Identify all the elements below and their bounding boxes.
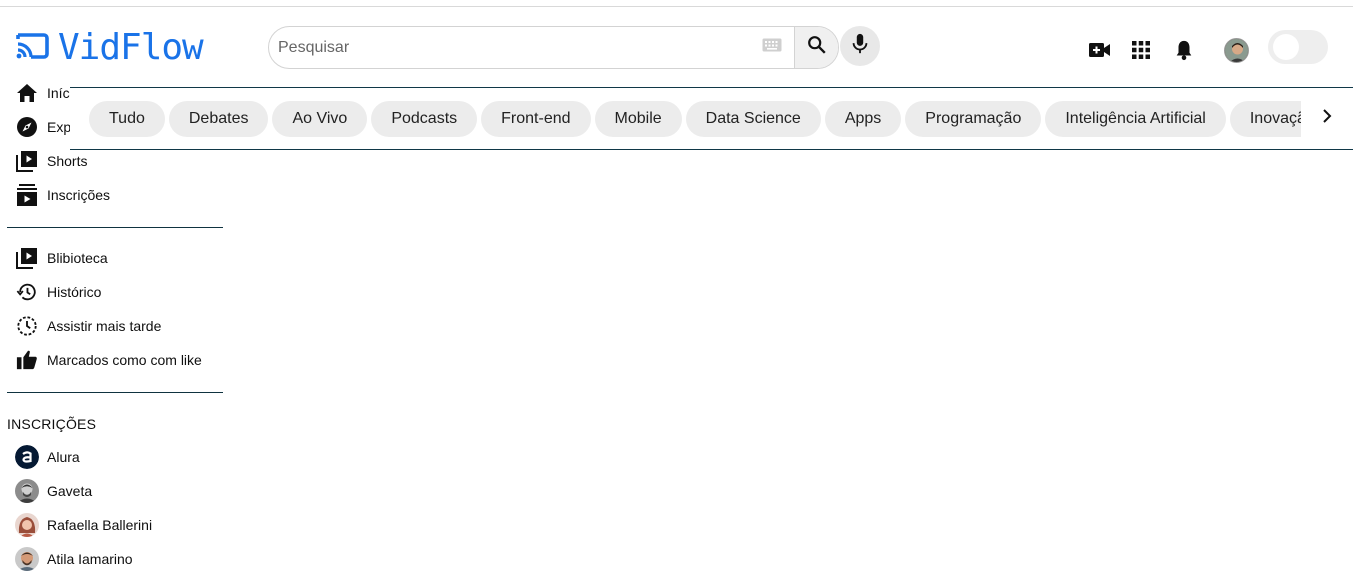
chip-apps[interactable]: Apps [824,101,902,137]
chip-programacao[interactable]: Programação [905,101,1042,137]
watch-later-icon [15,314,39,338]
keyboard-icon[interactable] [762,38,782,57]
subscription-item-alura[interactable]: Alura [15,445,80,469]
sidebar-item-historico[interactable]: Histórico [15,280,101,304]
avatar[interactable] [1224,38,1249,63]
chips-next-button[interactable] [1301,88,1353,149]
sidebar-item-marcados-like[interactable]: Marcados como com like [15,348,202,372]
history-icon [15,280,39,304]
subscription-label: Alura [47,449,80,465]
subscriptions-section-title: INSCRIÇÕES [7,416,97,432]
theme-toggle[interactable] [1268,30,1328,64]
chip-data-science[interactable]: Data Science [685,101,821,137]
create-video-icon[interactable] [1088,38,1112,62]
logo-text: VidFlow [58,27,204,68]
notifications-bell-icon[interactable] [1172,38,1196,62]
subscription-label: Atila Iamarino [47,551,133,567]
cast-logo-icon [15,29,49,68]
alura-avatar-icon [15,445,39,469]
sidebar-item-assistir-mais-tarde[interactable]: Assistir mais tarde [15,314,161,338]
subscription-item-atila[interactable]: Atila Iamarino [15,547,133,571]
chip-ao-vivo[interactable]: Ao Vivo [272,101,368,137]
chip-tudo[interactable]: Tudo [89,101,165,137]
sidebar-item-shorts[interactable]: Shorts [15,149,87,173]
search-icon [806,34,828,61]
apps-grid-icon[interactable] [1129,38,1153,62]
chip-inteligencia-artificial[interactable]: Inteligência Artificial [1045,101,1226,137]
explore-icon [15,115,39,139]
sidebar-item-label: Shorts [47,153,88,169]
logo[interactable]: VidFlow [15,27,204,68]
chip-podcasts[interactable]: Podcasts [371,101,478,137]
subscription-item-gaveta[interactable]: Gaveta [15,479,92,503]
home-icon [15,81,39,105]
subscription-item-rafaella[interactable]: Rafaella Ballerini [15,513,152,537]
like-icon [15,348,39,372]
sidebar-item-label: Assistir mais tarde [47,318,162,334]
subscriptions-icon [15,183,39,207]
chips-list: Tudo Debates Ao Vivo Podcasts Front-end … [89,101,1335,137]
search-input[interactable] [269,27,749,68]
toggle-knob [1273,34,1299,60]
shorts-icon [15,149,39,173]
category-chips-bar: Tudo Debates Ao Vivo Podcasts Front-end … [70,87,1353,150]
sidebar-item-label: Marcados como com like [47,352,202,368]
subscription-label: Gaveta [47,483,93,499]
sidebar-item-inscricoes[interactable]: Inscrições [15,183,110,207]
voice-search-button[interactable] [840,26,880,66]
library-icon [15,246,39,270]
sidebar-item-label: Blibioteca [47,250,108,266]
atila-avatar-icon [15,547,39,571]
chip-debates[interactable]: Debates [168,101,269,137]
chip-mobile[interactable]: Mobile [594,101,682,137]
mic-icon [850,33,870,60]
search-button[interactable] [794,27,838,68]
chip-front-end[interactable]: Front-end [481,101,591,137]
sidebar-divider [7,392,223,393]
sidebar-divider [7,227,223,228]
sidebar-item-label: Inscrições [47,187,111,203]
subscription-label: Rafaella Ballerini [47,517,153,533]
search-box [268,26,839,69]
sidebar-item-biblioteca[interactable]: Blibioteca [15,246,108,270]
chevron-right-icon [1321,108,1333,129]
sidebar-item-label: Histórico [47,284,102,300]
rafaella-avatar-icon [15,513,39,537]
gaveta-avatar-icon [15,479,39,503]
top-border [0,6,1353,7]
